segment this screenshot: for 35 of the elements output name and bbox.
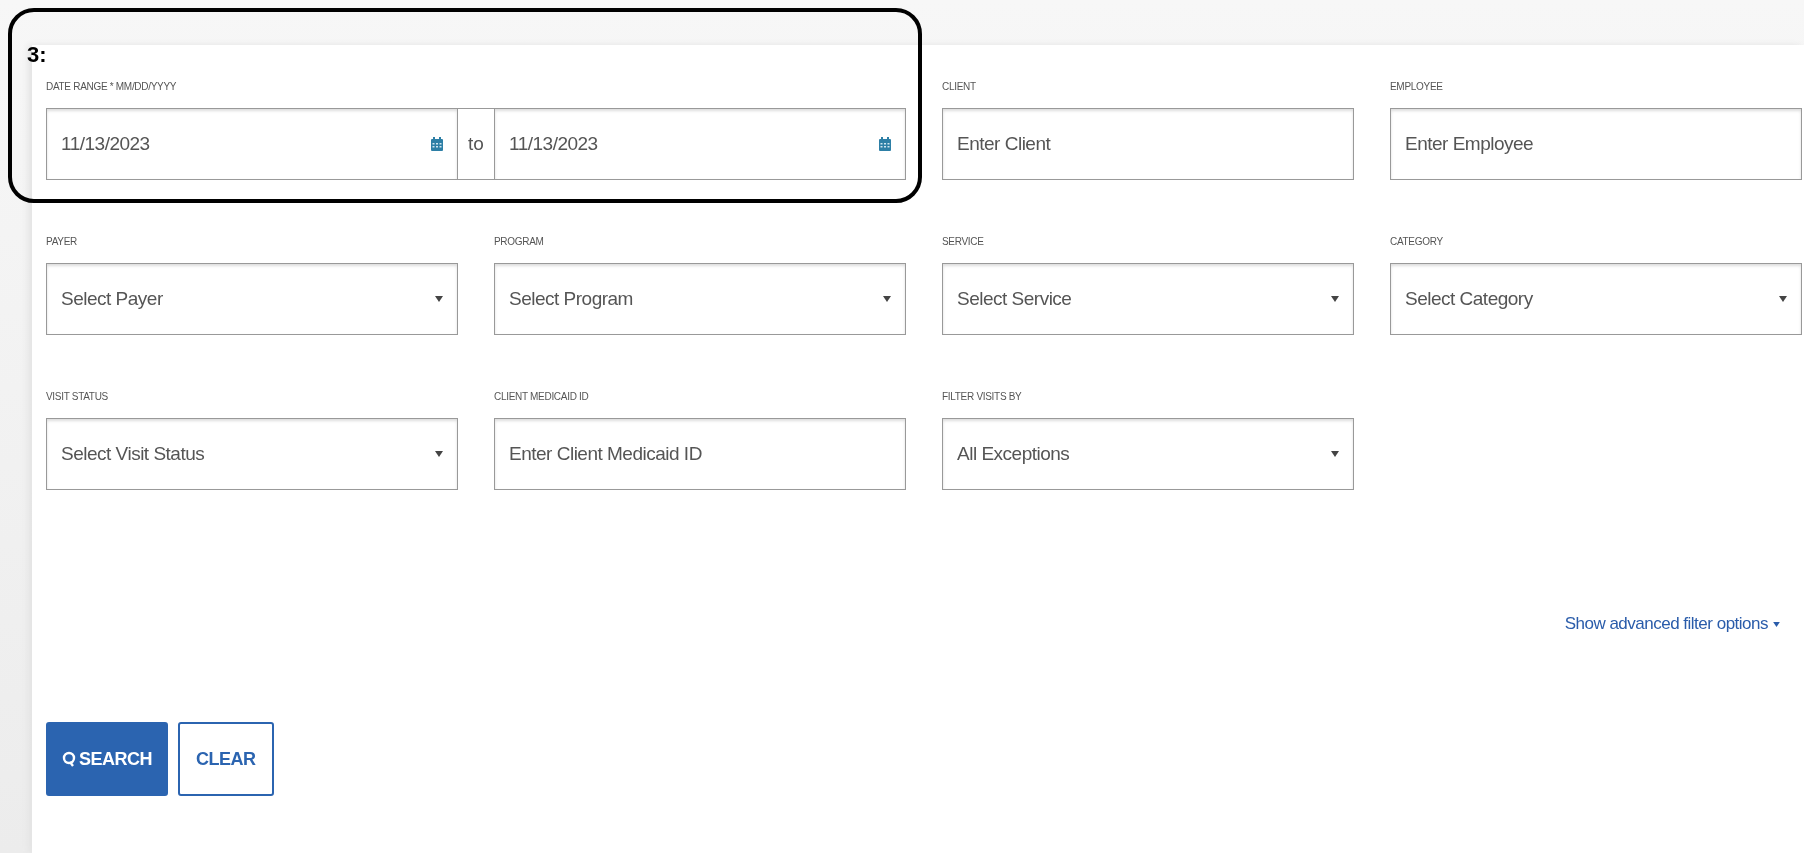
caret-icon [1779,296,1787,302]
date-field[interactable]: 11/13/2023 [46,108,458,180]
field-label: CATEGORY [1390,236,1444,247]
search-icon [62,751,76,767]
field-label: VISIT STATUS [46,391,109,402]
input-field[interactable]: Enter Client [942,108,1354,180]
select-field[interactable]: Select Visit Status [46,418,458,490]
calendar-icon[interactable] [431,137,443,151]
callout-label: 3: [27,42,47,68]
caret-icon [1331,296,1339,302]
caret-icon [1773,621,1780,627]
field-label: DATE RANGE * MM/DD/YYYY [46,81,178,92]
field-label: PAYER [46,236,78,247]
select-field[interactable]: All Exceptions [942,418,1354,490]
select-field[interactable]: Select Service [942,263,1354,335]
input-field[interactable]: Enter Client Medicaid ID [494,418,906,490]
field-label: FILTER VISITS BY [942,391,1023,402]
caret-icon [435,296,443,302]
advanced-filter-link[interactable]: Show advanced filter options [1564,614,1780,634]
caret-icon [883,296,891,302]
date-field[interactable]: 11/13/2023 [494,108,906,180]
clear-button[interactable]: CLEAR [178,722,274,796]
select-field[interactable]: Select Program [494,263,906,335]
input-field[interactable]: Enter Employee [1390,108,1802,180]
select-field[interactable]: Select Payer [46,263,458,335]
field-label: EMPLOYEE [1390,81,1444,92]
calendar-icon[interactable] [879,137,891,151]
field-label: PROGRAM [494,236,545,247]
field-label: CLIENT [942,81,977,92]
field-label: SERVICE [942,236,985,247]
search-button[interactable]: SEARCH [46,722,168,796]
caret-icon [1331,451,1339,457]
select-field[interactable]: Select Category [1390,263,1802,335]
field-label: CLIENT MEDICAID ID [494,391,590,402]
caret-icon [435,451,443,457]
